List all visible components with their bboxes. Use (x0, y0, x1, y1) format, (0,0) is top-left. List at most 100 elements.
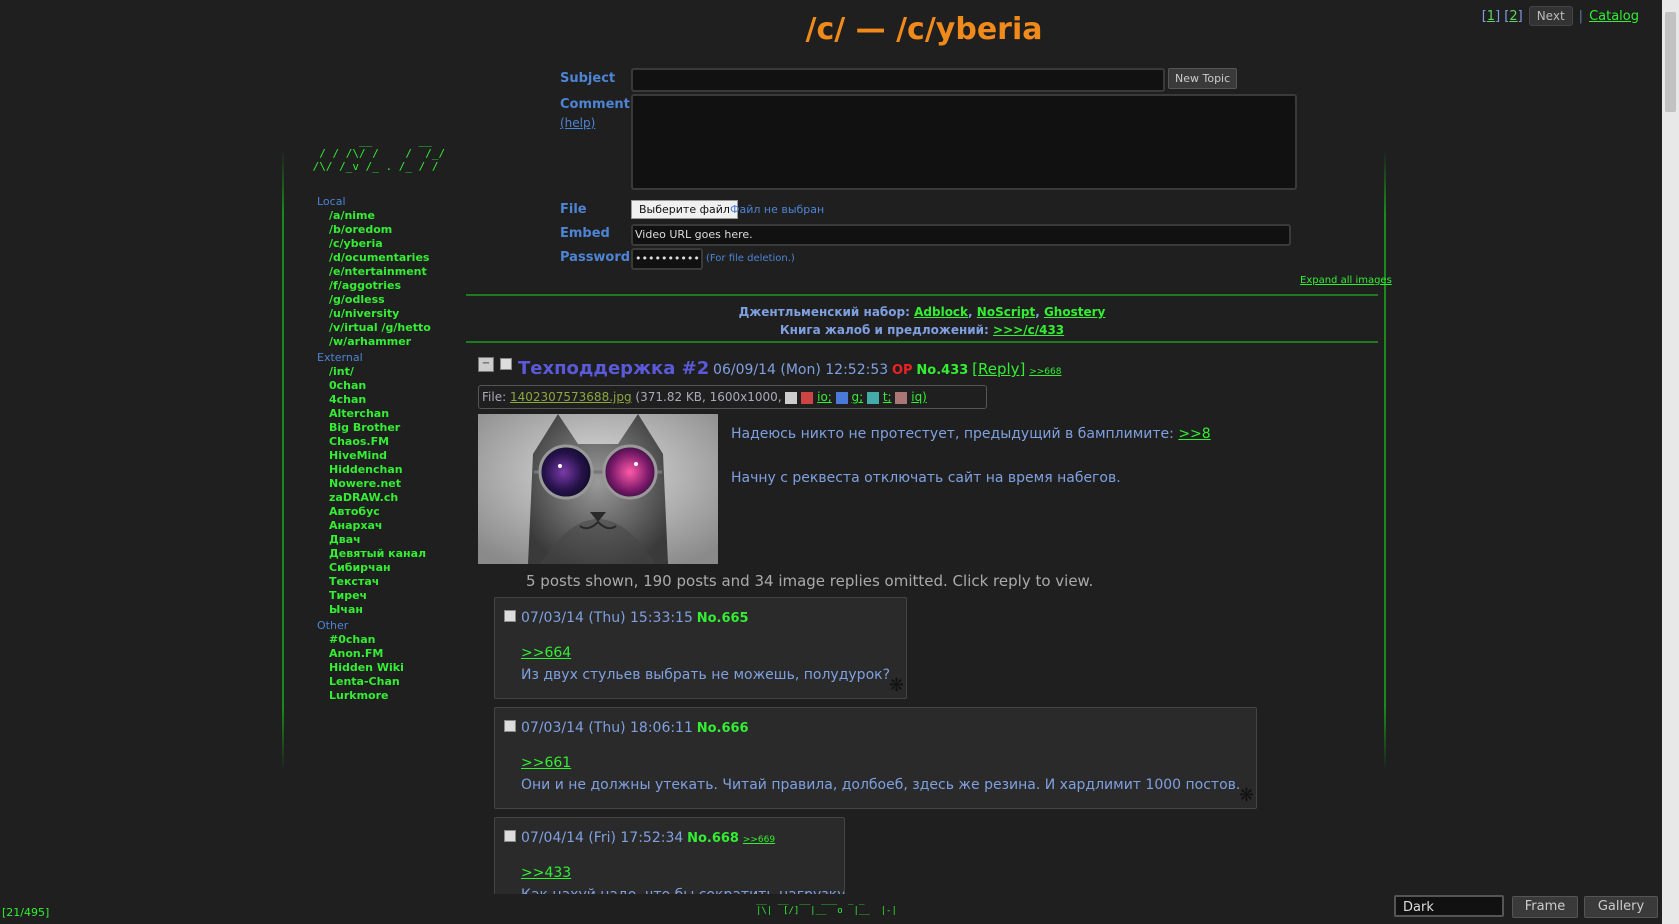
sidebar-item[interactable]: Анархач (329, 519, 431, 533)
comment-textarea[interactable] (631, 94, 1297, 190)
reply-quote-link[interactable]: >>664 (521, 645, 571, 661)
search-g-link[interactable]: g; (852, 390, 864, 404)
gallery-button[interactable]: Gallery (1584, 896, 1658, 918)
reply-text: Из двух стульев выбрать не можешь, полуд… (521, 667, 891, 683)
footer-logo: __ __ __ ___ _ _ |\| [/] |__ o |__ |-| (756, 896, 897, 916)
reply-number[interactable]: No.665 (697, 611, 749, 626)
reply-link[interactable]: [Reply] (972, 360, 1025, 378)
sidebar-item[interactable]: Автобус (329, 505, 431, 519)
embed-input[interactable]: Video URL goes here. (631, 224, 1291, 246)
file-name-link[interactable]: 1402307573688.jpg (510, 390, 632, 404)
sidebar-item[interactable]: /d/ocumentaries (329, 251, 431, 265)
expand-all-images-link[interactable]: Expand all images (1300, 275, 1392, 286)
sidebar-item[interactable]: /w/arhammer (329, 335, 431, 349)
op-subject: Техподдержка #2 (518, 358, 710, 379)
op-text-2: Начну с реквеста отключать сайт на время… (731, 470, 1121, 486)
op-thumbnail[interactable] (478, 414, 718, 564)
sidebar-item[interactable]: #0chan (329, 633, 431, 647)
reply-post: 07/03/14 (Thu) 18:06:11 No.666 >>661 Они… (494, 707, 1257, 809)
sidebar-item[interactable]: Hidden Wiki (329, 661, 431, 675)
reply-header: 07/03/14 (Thu) 15:33:15 No.665 (521, 610, 749, 626)
spider-icon: ❋ (1238, 785, 1254, 806)
op-text-1-body: Надеюсь никто не протестует, предыдущий … (731, 426, 1174, 442)
password-input[interactable]: •••••••••• (631, 248, 703, 270)
search-t-link[interactable]: t; (883, 390, 892, 404)
new-topic-button[interactable]: New Topic (1168, 68, 1238, 89)
sidebar-item[interactable]: Девятый канал (329, 547, 431, 561)
sidebar-item[interactable]: Big Brother (329, 421, 431, 435)
iq-icon (895, 391, 908, 404)
reply-post: 07/04/14 (Fri) 17:52:34 No.668 >>669 >>4… (494, 817, 845, 897)
announcement-prefix: Джентльменский набор: (738, 305, 910, 319)
reply-backlink[interactable]: >>669 (743, 835, 775, 845)
op-checkbox[interactable] (500, 358, 512, 370)
sidebar-item[interactable]: Hiddenchan (329, 463, 431, 477)
reply-date: 07/03/14 (Thu) 15:33:15 (521, 610, 693, 626)
site-logo: __ __ / / /\/ / / /_/ /\/ /_v /_ . /_ / … (312, 134, 446, 173)
divider-bottom (466, 341, 1378, 343)
sidebar-item[interactable]: Lenta-Chan (329, 675, 431, 689)
scrollbar-thumb[interactable] (1665, 12, 1676, 112)
adblock-link[interactable]: Adblock (914, 305, 968, 319)
op-label: OP (891, 363, 913, 378)
reply-quote-link[interactable]: >>661 (521, 755, 571, 771)
reply-checkbox[interactable] (504, 830, 516, 842)
announcement-line-1: Джентльменский набор: Adblock, NoScript,… (738, 305, 1106, 319)
file-details: (371.82 KB, 1600x1000, (635, 390, 782, 404)
sidebar-item[interactable]: /g/odless (329, 293, 431, 307)
reply-date: 07/03/14 (Thu) 18:06:11 (521, 720, 693, 736)
sidebar-item[interactable]: Lurkmore (329, 689, 431, 703)
reply-checkbox[interactable] (504, 720, 516, 732)
sidebar-item[interactable]: Сибирчан (329, 561, 431, 575)
sidebar-item[interactable]: /int/ (329, 365, 431, 379)
reply-checkbox[interactable] (504, 610, 516, 622)
hide-thread-icon[interactable]: − (478, 357, 494, 372)
sidebar-item[interactable]: 4chan (329, 393, 431, 407)
subject-input[interactable] (631, 68, 1165, 92)
file-choose-button[interactable]: Выберите файл (631, 200, 738, 219)
sidebar-local-heading: Local (317, 195, 346, 208)
file-label: File (560, 202, 587, 217)
search-iq-link[interactable]: iq) (911, 390, 927, 404)
frame-button[interactable]: Frame (1512, 896, 1578, 918)
sidebar-item[interactable]: /u/niversity (329, 307, 431, 321)
sidebar-item[interactable]: /c/yberia (329, 237, 431, 251)
right-border-line (1384, 150, 1386, 770)
sidebar-item[interactable]: Anon.FM (329, 647, 431, 661)
sidebar: Local /a/nime /b/oredom /c/yberia /d/ocu… (317, 195, 431, 703)
announcement-line-2: Книга жалоб и предложений: >>>/c/433 (466, 323, 1378, 337)
reply-number[interactable]: No.666 (697, 721, 749, 736)
sidebar-item[interactable]: /a/nime (329, 209, 431, 223)
ghostery-link[interactable]: Ghostery (1044, 305, 1105, 319)
search-io-link[interactable]: io; (817, 390, 832, 404)
sidebar-item[interactable]: zaDRAW.ch (329, 491, 431, 505)
sidebar-item[interactable]: Ычан (329, 603, 431, 617)
sidebar-item[interactable]: HiveMind (329, 449, 431, 463)
sidebar-item[interactable]: Двач (329, 533, 431, 547)
google-icon (835, 391, 848, 404)
post-counter: [21/495] (2, 906, 50, 919)
reply-quote-link[interactable]: >>433 (521, 865, 571, 881)
sidebar-item[interactable]: Тиреч (329, 589, 431, 603)
op-quote-link[interactable]: >>8 (1178, 426, 1210, 442)
sidebar-item[interactable]: /v/irtual /g/hetto (329, 321, 431, 335)
style-selector[interactable]: Dark (1394, 895, 1504, 917)
sidebar-item[interactable]: /e/ntertainment (329, 265, 431, 279)
op-number[interactable]: No.433 (916, 363, 968, 378)
sidebar-item[interactable]: Alterchan (329, 407, 431, 421)
reply-number[interactable]: No.668 (687, 831, 739, 846)
subject-label: Subject (560, 71, 616, 86)
scrollbar[interactable] (1662, 0, 1679, 924)
sidebar-item[interactable]: Chaos.FM (329, 435, 431, 449)
file-info-box: File: 1402307573688.jpg (371.82 KB, 1600… (478, 385, 987, 409)
sidebar-item[interactable]: 0chan (329, 379, 431, 393)
help-link[interactable]: (help) (560, 116, 595, 130)
sidebar-item[interactable]: /b/oredom (329, 223, 431, 237)
sidebar-item[interactable]: Nowere.net (329, 477, 431, 491)
sidebar-other-heading: Other (317, 619, 349, 632)
complaints-link[interactable]: >>>/c/433 (993, 323, 1064, 337)
sidebar-item[interactable]: /f/aggotries (329, 279, 431, 293)
noscript-link[interactable]: NoScript (977, 305, 1035, 319)
sidebar-item[interactable]: Текстач (329, 575, 431, 589)
backlink[interactable]: >>668 (1029, 367, 1061, 377)
